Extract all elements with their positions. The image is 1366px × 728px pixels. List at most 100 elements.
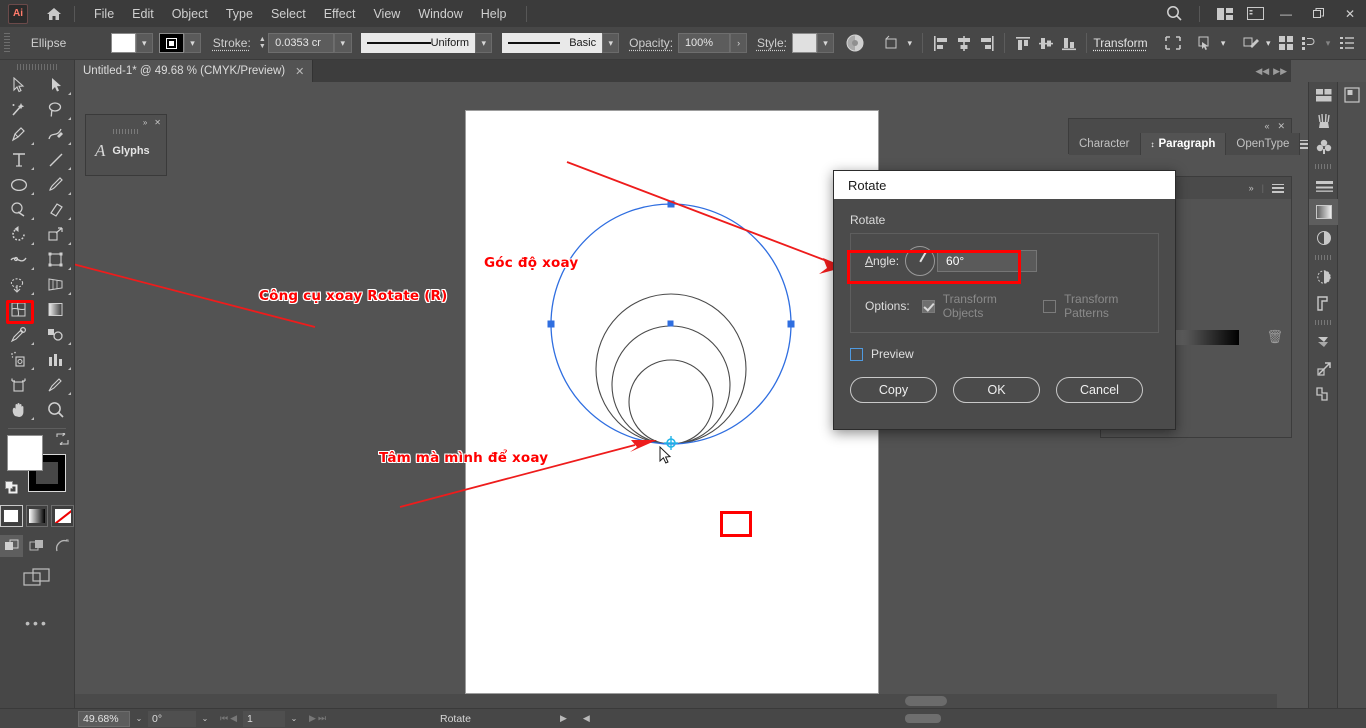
stroke-icon[interactable] (1309, 173, 1339, 199)
shape-options-icon[interactable] (880, 31, 903, 55)
selection-tool[interactable] (0, 72, 37, 97)
style-caret-icon[interactable]: ▾ (817, 33, 834, 53)
eraser-tool[interactable] (37, 197, 74, 222)
window-minimize-button[interactable]: — (1270, 0, 1302, 27)
rail-grip-1[interactable] (1315, 164, 1331, 169)
tab-scroll-right-icon[interactable]: ▶▶ (1273, 66, 1287, 77)
scale-tool[interactable] (37, 222, 74, 247)
glyphs-panel[interactable]: » ✕ A Glyphs (85, 114, 167, 176)
shape-builder-tool[interactable] (0, 272, 37, 297)
collapse-icon[interactable]: « (1264, 121, 1269, 131)
fill-color-swatch[interactable] (7, 435, 43, 471)
swap-fill-stroke-icon[interactable] (56, 433, 69, 448)
perspective-grid-tool[interactable] (37, 272, 74, 297)
document-setup-icon[interactable] (1335, 31, 1358, 55)
text-panel[interactable]: « ✕ Character ↕ Paragraph OpenType (1068, 118, 1292, 154)
arrange-documents-icon[interactable] (1210, 0, 1240, 27)
zoom-tool[interactable] (37, 397, 74, 422)
layers-icon[interactable] (1309, 329, 1339, 355)
align-top-icon[interactable] (1011, 31, 1034, 55)
column-graph-tool[interactable] (37, 347, 74, 372)
color-mode-button[interactable] (0, 505, 23, 527)
edit-toolbar-dots-icon[interactable]: ••• (0, 615, 74, 631)
stroke-weight-spinner[interactable]: ▲▼ (257, 33, 269, 53)
arrange-icon[interactable] (1275, 31, 1298, 55)
graphic-styles-icon[interactable] (1309, 290, 1339, 316)
edit-toolbar-icon[interactable] (1239, 31, 1262, 55)
transparency-icon[interactable] (1309, 225, 1339, 251)
zoom-dropdown-icon[interactable]: ⌄ (130, 711, 148, 727)
artboard-tool[interactable] (0, 372, 37, 397)
rotate-tool[interactable] (0, 222, 37, 247)
cancel-button[interactable]: Cancel (1056, 377, 1143, 403)
select-similar-caret-icon[interactable]: ▾ (1217, 33, 1230, 53)
home-icon[interactable] (44, 4, 64, 24)
ellipse-tool[interactable] (0, 172, 37, 197)
tab-character[interactable]: Character (1069, 133, 1141, 155)
horizontal-scrollbar[interactable] (75, 694, 1277, 708)
align-left-icon[interactable] (929, 31, 952, 55)
links-icon[interactable] (1309, 355, 1339, 381)
preview-checkbox[interactable] (850, 348, 863, 361)
menu-help[interactable]: Help (472, 3, 516, 25)
align-right-icon[interactable] (975, 31, 998, 55)
transform-link[interactable]: Transform (1093, 36, 1147, 50)
artboard-number-field[interactable]: 1 (243, 711, 285, 727)
hand-tool[interactable] (0, 397, 37, 422)
artboard-dropdown-icon[interactable]: ⌄ (285, 711, 303, 727)
fill-dropdown-caret-icon[interactable]: ▾ (136, 33, 153, 53)
rotation-dropdown-icon[interactable]: ⌄ (196, 711, 214, 727)
stroke-profile-caret-icon[interactable]: ▾ (475, 33, 492, 53)
slice-tool[interactable] (37, 372, 74, 397)
tools-panel-grip[interactable] (17, 64, 57, 70)
zoom-level-field[interactable]: 49.68% (78, 711, 130, 727)
width-tool[interactable] (0, 247, 37, 272)
stroke-profile-field[interactable]: Uniform (361, 33, 475, 53)
align-center-v-icon[interactable] (1034, 31, 1057, 55)
direct-selection-tool[interactable] (37, 72, 74, 97)
menu-type[interactable]: Type (217, 3, 262, 25)
magic-wand-tool[interactable] (0, 97, 37, 122)
symbol-sprayer-tool[interactable] (0, 347, 37, 372)
eyedropper-tool[interactable] (0, 322, 37, 347)
copy-button[interactable]: Copy (850, 377, 937, 403)
align-center-h-icon[interactable] (952, 31, 975, 55)
pathfinder-icon[interactable] (1309, 381, 1339, 407)
brush-definition-field[interactable]: Basic (502, 33, 602, 53)
ok-button[interactable]: OK (953, 377, 1040, 403)
opacity-flyout-icon[interactable]: › (730, 33, 747, 53)
tab-scroll-arrows[interactable]: ◀◀ ▶▶ (1255, 60, 1291, 82)
symbols-icon[interactable] (1309, 134, 1339, 160)
group-icon[interactable] (1298, 31, 1321, 55)
draw-behind-button[interactable] (25, 535, 48, 557)
draw-inside-button[interactable] (51, 535, 74, 557)
edit-toolbar-caret-icon[interactable]: ▾ (1262, 33, 1275, 53)
graphic-style-swatch[interactable] (792, 33, 817, 53)
window-close-button[interactable]: ✕ (1334, 0, 1366, 27)
opacity-field[interactable]: 100% (678, 33, 730, 53)
shape-options-caret-icon[interactable]: ▾ (904, 33, 917, 53)
align-panel-icon[interactable] (1338, 82, 1366, 108)
search-icon[interactable] (1159, 0, 1189, 27)
appearance-icon[interactable] (1309, 264, 1339, 290)
align-bottom-icon[interactable] (1057, 31, 1080, 55)
close-icon[interactable]: ✕ (1277, 121, 1285, 132)
menu-view[interactable]: View (364, 3, 409, 25)
type-tool[interactable] (0, 147, 37, 172)
brush-caret-icon[interactable]: ▾ (602, 33, 619, 53)
menu-object[interactable]: Object (163, 3, 217, 25)
delete-icon[interactable]: 🗑 (1266, 329, 1283, 345)
rail-grip-2[interactable] (1315, 255, 1331, 260)
curvature-tool[interactable] (37, 122, 74, 147)
stroke-dropdown-caret-icon[interactable]: ▾ (184, 33, 201, 53)
status-next-icon[interactable]: ▶ (560, 713, 567, 724)
control-bar-grip[interactable] (4, 33, 10, 53)
mesh-tool[interactable] (0, 297, 37, 322)
tab-paragraph[interactable]: ↕ Paragraph (1141, 133, 1227, 155)
recolor-artwork-icon[interactable] (844, 31, 867, 55)
document-tab[interactable]: Untitled-1* @ 49.68 % (CMYK/Preview) ✕ (75, 60, 313, 82)
rotation-field[interactable]: 0° (148, 711, 196, 727)
tab-scroll-left-icon[interactable]: ◀◀ (1255, 66, 1269, 77)
stroke-swatch[interactable] (159, 33, 184, 53)
stroke-label[interactable]: Stroke: (213, 36, 251, 50)
